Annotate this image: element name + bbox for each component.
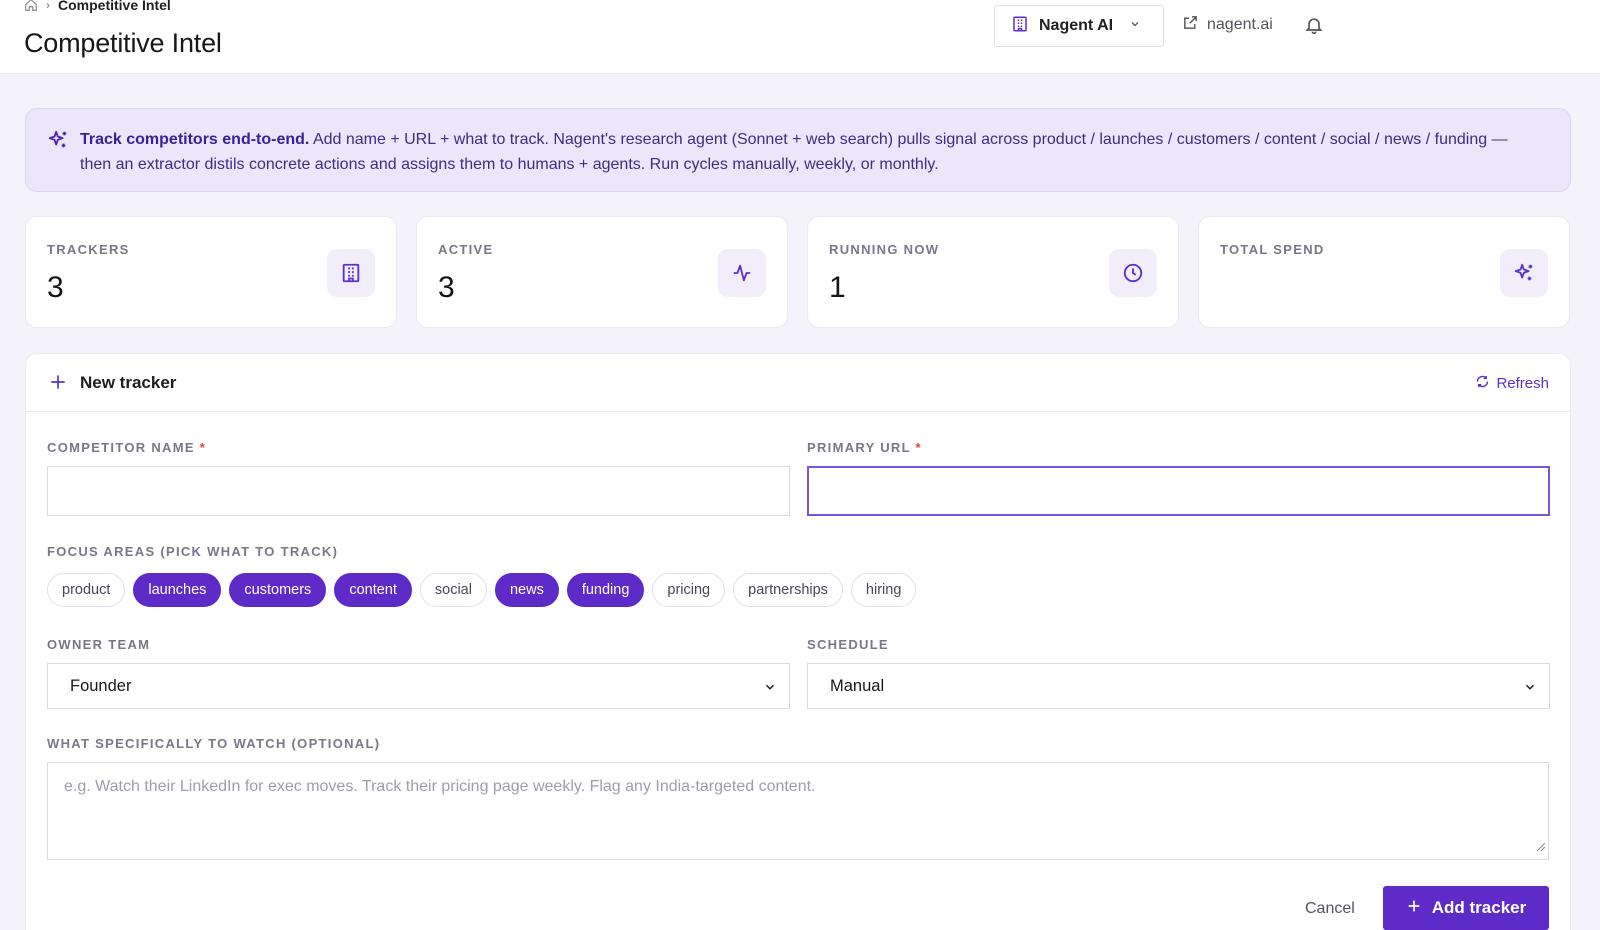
chip-partnerships[interactable]: partnerships — [733, 573, 843, 607]
watch-placeholder: e.g. Watch their LinkedIn for exec moves… — [64, 778, 816, 795]
add-tracker-label: Add tracker — [1431, 898, 1527, 917]
add-tracker-button[interactable]: Add tracker — [1383, 886, 1549, 930]
breadcrumb: › Competitive Intel — [24, 0, 171, 14]
stat-value: 3 — [47, 271, 64, 304]
stat-card-total-spend: TOTAL SPEND — [1198, 216, 1570, 328]
chip-news[interactable]: news — [494, 573, 559, 607]
required-mark: * — [915, 440, 922, 455]
site-link-label: nagent.ai — [1207, 16, 1273, 33]
stat-label: ACTIVE — [438, 242, 494, 257]
owner-team-select[interactable]: Founder — [47, 663, 790, 709]
chevron-right-icon: › — [46, 0, 50, 12]
building-icon — [1011, 15, 1029, 38]
site-link[interactable]: nagent.ai — [1182, 14, 1273, 36]
chip-pricing[interactable]: pricing — [652, 573, 726, 607]
refresh-label: Refresh — [1496, 375, 1549, 392]
schedule-label: SCHEDULE — [807, 637, 889, 652]
chip-customers[interactable]: customers — [229, 573, 327, 607]
sparkles-icon — [1500, 249, 1548, 297]
page-title: Competitive Intel — [24, 28, 222, 58]
chip-funding[interactable]: funding — [566, 573, 645, 607]
org-switcher-button[interactable]: Nagent AI — [994, 5, 1164, 47]
required-mark: * — [199, 440, 207, 455]
watch-label: WHAT SPECIFICALLY TO WATCH (OPTIONAL) — [47, 736, 381, 751]
plus-icon — [48, 372, 68, 397]
focus-areas-label: FOCUS AREAS (PICK WHAT TO TRACK) — [47, 544, 339, 559]
stat-value: 3 — [438, 271, 455, 304]
banner-headline: Track competitors end-to-end. — [80, 131, 310, 148]
chip-product[interactable]: product — [47, 573, 126, 607]
card-title: New tracker — [80, 373, 177, 392]
stat-label: RUNNING NOW — [829, 242, 940, 257]
schedule-select[interactable]: Manual — [807, 663, 1550, 709]
competitor-name-label: COMPETITOR NAME * — [47, 440, 206, 455]
clock-icon — [1109, 249, 1157, 297]
stat-card-trackers: TRACKERS 3 — [25, 216, 397, 328]
primary-url-input[interactable] — [807, 466, 1550, 516]
stat-card-active: ACTIVE 3 — [416, 216, 788, 328]
stat-value: 1 — [829, 271, 846, 304]
external-link-icon — [1182, 14, 1199, 36]
cancel-button[interactable]: Cancel — [1305, 900, 1355, 918]
watch-textarea[interactable]: e.g. Watch their LinkedIn for exec moves… — [47, 762, 1549, 860]
owner-team-value: Founder — [70, 676, 132, 695]
home-icon[interactable] — [24, 0, 38, 12]
plus-icon — [1406, 898, 1422, 919]
chevron-down-icon — [763, 680, 777, 699]
chip-content[interactable]: content — [334, 573, 412, 607]
building-icon — [327, 249, 375, 297]
chevron-down-icon — [1129, 17, 1141, 35]
sparkles-icon — [47, 129, 69, 159]
top-bar: › Competitive Intel Competitive Intel Na… — [0, 0, 1600, 74]
activity-icon — [718, 249, 766, 297]
chevron-down-icon — [1523, 680, 1537, 699]
refresh-icon — [1475, 374, 1490, 393]
bell-icon[interactable] — [1304, 15, 1324, 40]
competitor-name-label-text: COMPETITOR NAME — [47, 440, 195, 455]
chip-launches[interactable]: launches — [133, 573, 222, 607]
primary-url-label-text: PRIMARY URL — [807, 440, 911, 455]
new-tracker-card: New tracker Refresh COMPETITOR NAME * PR… — [25, 353, 1571, 930]
stat-label: TOTAL SPEND — [1220, 242, 1325, 257]
schedule-value: Manual — [830, 676, 885, 695]
card-header: New tracker Refresh — [26, 354, 1570, 412]
chip-hiring[interactable]: hiring — [850, 573, 917, 607]
org-name: Nagent AI — [1039, 17, 1114, 34]
owner-team-label: OWNER TEAM — [47, 637, 151, 652]
info-banner: Track competitors end-to-end. Add name +… — [25, 108, 1571, 192]
chip-social[interactable]: social — [419, 573, 487, 607]
focus-area-chips: product launches customers content socia… — [47, 573, 917, 607]
stat-label: TRACKERS — [47, 242, 130, 257]
refresh-button[interactable]: Refresh — [1475, 374, 1549, 393]
stat-card-running-now: RUNNING NOW 1 — [807, 216, 1179, 328]
primary-url-label: PRIMARY URL * — [807, 440, 922, 455]
competitor-name-input[interactable] — [47, 466, 790, 516]
breadcrumb-current: Competitive Intel — [58, 0, 171, 13]
resize-handle-icon[interactable] — [1536, 839, 1546, 857]
